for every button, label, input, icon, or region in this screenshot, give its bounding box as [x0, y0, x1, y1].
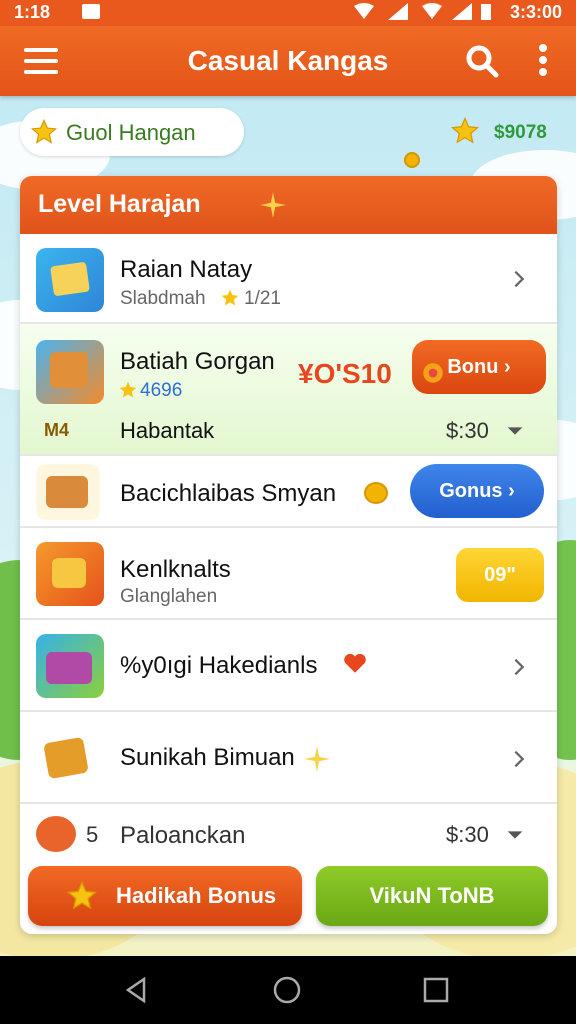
vikun-button[interactable]: VikuN ToNB: [316, 866, 548, 926]
item-value: $:30: [446, 822, 489, 847]
item-thumbnail: [36, 464, 100, 520]
item-thumbnail: [36, 816, 76, 852]
item-subtitle: Slabdmah: [120, 288, 206, 309]
notification-icon: [82, 4, 100, 19]
status-time: 1:18: [14, 2, 51, 22]
chevron-right-icon[interactable]: [508, 268, 530, 290]
chevron-right-icon[interactable]: [508, 656, 530, 678]
list-item-highlighted[interactable]: Batiah Gorgan 4696 ¥O'S10 Bonu › M4 Haba…: [20, 324, 557, 456]
item-detail-label: Habantak: [120, 418, 215, 443]
hadikah-bonus-label: Hadikah Bonus: [116, 883, 277, 908]
chevron-down-icon[interactable]: [504, 824, 526, 846]
item-meta: 1/21: [244, 288, 281, 309]
item-thumbnail: [36, 634, 104, 698]
signal-icon: [388, 3, 408, 20]
item-title: %y0ıgi Hakedianls: [120, 652, 318, 679]
item-title: Kenlknalts: [120, 556, 231, 583]
gonus-button[interactable]: Gonus ›: [410, 464, 544, 518]
back-icon[interactable]: [122, 976, 150, 1004]
item-prefix: 5: [86, 822, 99, 847]
more-icon[interactable]: [536, 44, 550, 80]
card-title: Level Harajan: [38, 190, 201, 218]
app-bar: Casual Kangas: [0, 26, 576, 96]
wifi-icon-2: [422, 3, 442, 19]
wifi-icon: [354, 3, 374, 19]
profile-pill[interactable]: Guol Hangan: [20, 108, 244, 156]
bonus-button-label: Bonu: [447, 356, 499, 378]
item-thumbnail: [36, 340, 104, 404]
list-item[interactable]: Raian Natay Slabdmah 1/21: [20, 234, 557, 324]
list-item[interactable]: 5 Paloanckan $:30: [20, 804, 557, 868]
battery-icon: [481, 4, 491, 20]
item-title: Bacichlaibas Smyan: [120, 480, 337, 507]
item-thumbnail: [36, 248, 104, 312]
vikun-button-label: VikuN ToNB: [369, 883, 495, 908]
item-title: Batiah Gorgan: [120, 348, 275, 375]
star-icon: [119, 381, 137, 398]
chevron-right-icon[interactable]: [508, 748, 530, 770]
item-thumbnail: [36, 542, 104, 606]
recents-icon[interactable]: [422, 976, 450, 1004]
yellow-action-button[interactable]: 09": [456, 548, 544, 602]
list-item[interactable]: Kenlknalts Glanglahen 09": [20, 528, 557, 620]
item-title: Raian Natay: [120, 256, 253, 283]
hadikah-bonus-button[interactable]: Hadikah Bonus: [28, 866, 302, 926]
gonus-button-label: Gonus: [439, 480, 503, 502]
sparkle-icon: [260, 192, 286, 218]
status-bar: 1:18 3:3:00: [0, 0, 576, 26]
coin-icon: [404, 152, 420, 168]
profile-name: Guol Hangan: [66, 120, 196, 145]
yellow-button-label: 09": [484, 564, 516, 586]
home-icon[interactable]: [273, 976, 301, 1004]
search-icon[interactable]: [464, 43, 500, 79]
item-score: 4696: [140, 380, 183, 401]
list-item[interactable]: %y0ıgi Hakedianls: [20, 620, 557, 712]
item-price: ¥O'S10: [298, 358, 392, 389]
list-item[interactable]: Sunikah Bimuan: [20, 712, 557, 804]
item-subtitle: Glanglahen: [120, 586, 218, 607]
flower-icon: [423, 363, 443, 383]
star-icon: [67, 881, 97, 910]
item-title: Paloanckan: [120, 822, 246, 849]
list-item[interactable]: Bacichlaibas Smyan Gonus ›: [20, 456, 557, 528]
sparkle-icon: [304, 746, 330, 772]
star-icon: [450, 116, 480, 144]
system-nav-bar: [0, 956, 576, 1024]
star-icon: [30, 118, 58, 144]
coin-icon: [364, 482, 388, 504]
heart-icon: [344, 653, 366, 673]
status-time-right: 3:3:00: [509, 2, 562, 22]
star-icon: [221, 289, 239, 306]
signal-icon-2: [452, 3, 472, 20]
item-thumbnail: [36, 726, 104, 790]
coin-balance: $9078: [494, 122, 547, 143]
item-title: Sunikah Bimuan: [120, 744, 295, 771]
chevron-down-icon[interactable]: [504, 420, 526, 442]
ticket-icon: M4: [44, 420, 70, 440]
level-card: Level Harajan Raian Natay Slabdmah 1/21 …: [20, 176, 557, 934]
item-detail-value: $:30: [446, 418, 489, 443]
card-header: Level Harajan: [20, 176, 557, 234]
